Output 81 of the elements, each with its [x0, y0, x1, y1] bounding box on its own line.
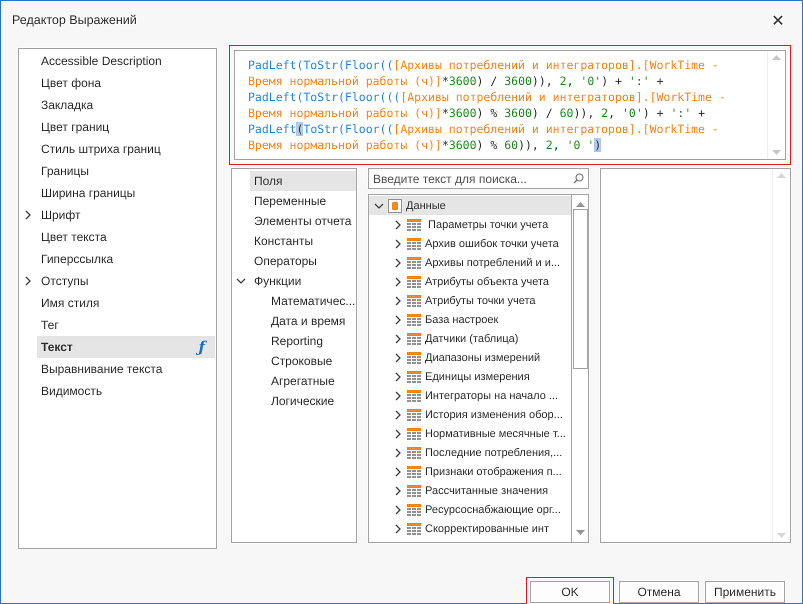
property-item[interactable]: Тег [19, 314, 215, 336]
dialog-button[interactable]: Отмена [619, 581, 699, 603]
tree-item[interactable]: Атрибуты объекта учета [369, 272, 571, 291]
category-item[interactable]: Reporting [249, 331, 356, 351]
table-icon [407, 294, 421, 306]
property-item[interactable]: Имя стиля [19, 292, 215, 314]
category-item[interactable]: Переменные [232, 191, 356, 211]
tree-item[interactable]: История изменения обор... [369, 405, 571, 424]
property-item[interactable]: Accessible Description [19, 50, 215, 72]
chevron-down-icon[interactable] [236, 276, 246, 286]
table-icon [407, 332, 421, 344]
code-line: PadLeft(ToStr(Floor(([Архивы потреблений и интеграторов].[WorkTime - [248, 121, 720, 137]
tree-item[interactable]: Нормативные месячные т... [369, 424, 571, 443]
tree-item[interactable]: Единицы измерения [369, 367, 571, 386]
category-item[interactable]: Функции [232, 271, 356, 291]
code-line: Время нормальной работы (ч)]*3600) % 3600) / 60)), 2, '0') + ':' + [248, 105, 706, 121]
category-item[interactable]: Строковые [249, 351, 356, 371]
table-icon [407, 408, 421, 420]
table-icon [407, 370, 421, 382]
tree-item[interactable]: Рассчитанные значения [369, 481, 571, 500]
property-item[interactable]: Ширина границы [19, 182, 215, 204]
tree-item[interactable]: Скорректированные инт [369, 519, 571, 538]
property-item[interactable]: Видимость [19, 380, 215, 402]
tree-item[interactable]: База настроек [369, 310, 571, 329]
tree-item[interactable]: Последние потребления,... [369, 443, 571, 462]
tree-item[interactable]: Архивы потреблений и и... [369, 253, 571, 272]
tree-item[interactable]: Диапазоны измерений [369, 348, 571, 367]
table-icon [407, 504, 421, 516]
scrollbar-thumb[interactable] [572, 208, 588, 368]
table-icon [407, 218, 421, 230]
chevron-right-icon[interactable] [23, 276, 33, 286]
category-item[interactable]: Дата и время [249, 311, 356, 331]
category-item[interactable]: Элементы отчета [232, 211, 356, 231]
tree-item[interactable]: Данные [369, 196, 571, 215]
property-item[interactable]: Цвет границ [19, 116, 215, 138]
chevron-right-icon[interactable] [23, 210, 33, 220]
property-item[interactable]: Выравнивание текста [19, 358, 215, 380]
tree-item[interactable]: Признаки отображения п... [369, 462, 571, 481]
category-item[interactable]: Математичес... [249, 291, 356, 311]
tree-item[interactable]: Атрибуты точки учета [369, 291, 571, 310]
property-item[interactable]: Цвет текста [19, 226, 215, 248]
table-icon [407, 256, 421, 268]
tree-item[interactable]: Ресурсоснабжающие орг... [369, 500, 571, 519]
property-item[interactable]: Границы [19, 160, 215, 182]
table-icon [407, 484, 421, 496]
property-item[interactable]: Цвет фона [19, 72, 215, 94]
search-field[interactable]: Введите текст для поиска... [368, 168, 589, 189]
property-item[interactable]: Гиперссылка [19, 248, 215, 270]
close-button[interactable]: ✕ [764, 6, 792, 34]
dialog-button[interactable]: OK [526, 577, 614, 604]
property-item[interactable]: Шрифт [19, 204, 215, 226]
tree-item[interactable]: Интеграторы на начало ... [369, 386, 571, 405]
category-item[interactable]: Константы [232, 231, 356, 251]
table-icon [407, 352, 421, 364]
chevron-down-icon[interactable] [374, 200, 384, 210]
table-icon [407, 238, 421, 250]
code-line: Время нормальной работы (ч)]*3600) % 60)), 2, '0 ') [248, 137, 602, 153]
table-icon [407, 276, 421, 288]
property-item[interactable]: Закладка [19, 94, 215, 116]
table-icon [407, 522, 421, 534]
code-line: PadLeft(ToStr(Floor(([Архивы потреблений и интеграторов].[WorkTime - [248, 57, 720, 73]
property-item[interactable]: Отступы [19, 270, 215, 292]
tree-item[interactable]: Архив ошибок точки учета [369, 234, 571, 253]
table-icon [407, 428, 421, 440]
category-item[interactable]: Операторы [232, 251, 356, 271]
search-icon[interactable] [573, 173, 584, 184]
code-line: PadLeft(ToStr(Floor((([Архивы потреблений и интеграторов].[WorkTime - [248, 89, 727, 105]
category-item[interactable]: Агрегатные [249, 371, 356, 391]
database-icon [388, 198, 402, 212]
dialog-button[interactable]: Применить [705, 581, 785, 603]
property-item[interactable]: Стиль штриха границ [19, 138, 215, 160]
code-line: Время нормальной работы (ч)]*3600) / 3600)), 2, '0') + ':' + [248, 73, 665, 89]
table-icon [407, 390, 421, 402]
tree-item[interactable]: Датчики (таблица) [369, 329, 571, 348]
table-icon [407, 466, 421, 478]
category-item[interactable]: Логические [249, 391, 356, 411]
tree-item[interactable]: Параметры точки учета [369, 215, 571, 234]
window-title: Редактор Выражений [12, 13, 137, 27]
table-icon [407, 314, 421, 326]
table-icon [407, 446, 421, 458]
scroll-down-icon[interactable] [576, 530, 584, 536]
